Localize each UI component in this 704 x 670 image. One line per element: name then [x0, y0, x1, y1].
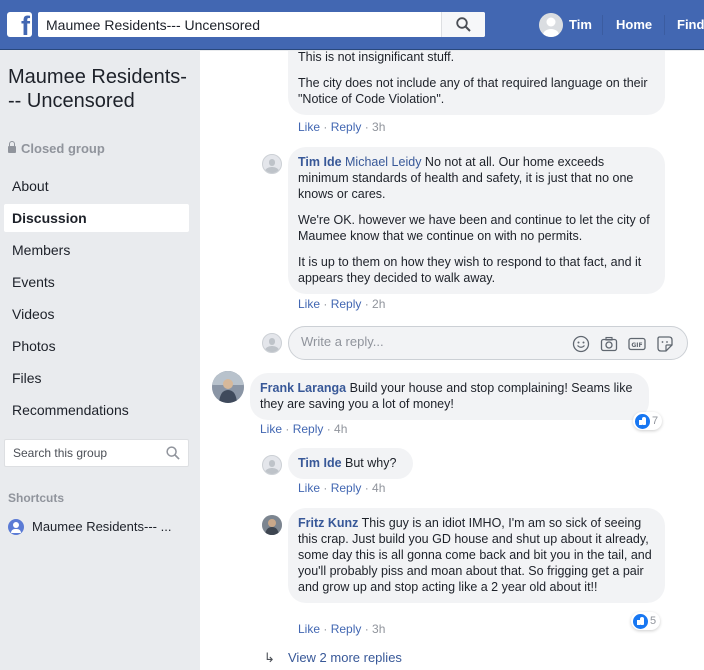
comment-text: Fritz Kunz This guy is an idiot IMHO, I'…: [298, 516, 652, 594]
sidebar-item-files[interactable]: Files: [4, 364, 189, 392]
gif-icon[interactable]: GIF: [628, 335, 646, 353]
reaction-count[interactable]: 5: [631, 612, 661, 630]
sticker-icon[interactable]: [656, 335, 674, 353]
comment-text: We're OK. however we have been and conti…: [298, 213, 650, 243]
reply-link[interactable]: Reply: [331, 297, 362, 311]
comment-text: This is not insignificant stuff.: [298, 51, 455, 64]
user-avatar: [262, 333, 282, 353]
view-more-replies-link[interactable]: ↳ View 2 more replies: [264, 650, 402, 666]
emoji-icon[interactable]: [572, 335, 590, 353]
sidebar-item-about[interactable]: About: [4, 172, 189, 200]
shortcut-label[interactable]: Maumee Residents--- ...: [32, 519, 171, 534]
privacy-label: Closed group: [21, 141, 105, 156]
group-search-input[interactable]: [5, 440, 155, 466]
comment-actions: Like · Reply · 4h: [298, 481, 386, 495]
comment-text: Tim Ide Michael Leidy No not at all. Our…: [298, 155, 634, 201]
reaction-count[interactable]: 7: [633, 412, 663, 430]
top-navigation-bar: f Maumee Residents--- Uncensored Tim Hom…: [0, 0, 704, 50]
like-link[interactable]: Like: [298, 297, 320, 311]
like-link[interactable]: Like: [298, 481, 320, 495]
comment-author[interactable]: Frank Laranga: [260, 381, 346, 395]
camera-icon[interactable]: [600, 335, 618, 353]
comment-bubble: This is not insignificant stuff. The cit…: [288, 51, 665, 115]
group-privacy: Closed group: [8, 141, 105, 156]
comments-feed: This is not insignificant stuff. The cit…: [200, 51, 704, 670]
svg-text:GIF: GIF: [631, 342, 642, 349]
reply-box[interactable]: GIF: [288, 326, 688, 360]
commenter-avatar[interactable]: [262, 154, 282, 174]
comment-actions: Like · Reply · 3h: [298, 120, 386, 134]
search-button[interactable]: [441, 12, 485, 37]
sidebar-item-photos[interactable]: Photos: [4, 332, 189, 360]
like-link[interactable]: Like: [260, 422, 282, 436]
group-title[interactable]: Maumee Residents--- Uncensored: [8, 65, 193, 113]
timestamp[interactable]: 3h: [372, 120, 385, 134]
timestamp[interactable]: 4h: [334, 422, 347, 436]
search-input[interactable]: Maumee Residents--- Uncensored: [46, 17, 260, 33]
comment-author[interactable]: Tim Ide: [298, 155, 342, 169]
profile-link[interactable]: Tim: [569, 17, 592, 32]
group-search[interactable]: [4, 439, 189, 467]
search-field[interactable]: Maumee Residents--- Uncensored: [38, 12, 485, 37]
shortcuts-heading: Shortcuts: [8, 491, 65, 505]
reply-link[interactable]: Reply: [293, 422, 324, 436]
reply-link[interactable]: Reply: [331, 481, 362, 495]
commenter-avatar[interactable]: [212, 371, 244, 403]
commenter-avatar[interactable]: [262, 515, 282, 535]
timestamp[interactable]: 2h: [372, 297, 385, 311]
like-link[interactable]: Like: [298, 622, 320, 636]
comment-text: Tim Ide But why?: [298, 456, 397, 470]
comment-text: Frank Laranga Build your house and stop …: [260, 381, 633, 411]
timestamp[interactable]: 4h: [372, 481, 385, 495]
sidebar-item-events[interactable]: Events: [4, 268, 189, 296]
reply-arrow-icon: ↳: [264, 650, 275, 665]
find-friends-link[interactable]: Find: [677, 17, 704, 32]
like-reaction-icon: [635, 413, 650, 429]
sidebar-item-members[interactable]: Members: [4, 236, 189, 264]
comment-bubble: Fritz Kunz This guy is an idiot IMHO, I'…: [288, 508, 665, 603]
reply-link[interactable]: Reply: [331, 120, 362, 134]
nav-divider: [664, 15, 665, 35]
comment-bubble: Frank Laranga Build your house and stop …: [250, 373, 649, 420]
reply-link[interactable]: Reply: [331, 622, 362, 636]
comment-actions: Like · Reply · 3h: [298, 622, 386, 636]
nav-divider: [602, 15, 603, 35]
comment-actions: Like · Reply · 4h: [260, 422, 348, 436]
search-icon: [456, 17, 471, 32]
like-link[interactable]: Like: [298, 120, 320, 134]
comment-author[interactable]: Fritz Kunz: [298, 516, 358, 530]
comment-bubble: Tim Ide Michael Leidy No not at all. Our…: [288, 147, 665, 294]
sidebar-item-discussion[interactable]: Discussion: [4, 204, 189, 232]
comment-bubble: Tim Ide But why?: [288, 448, 413, 479]
mentioned-user[interactable]: Michael Leidy: [345, 155, 421, 169]
sidebar-item-recommendations[interactable]: Recommendations: [4, 396, 189, 424]
search-icon[interactable]: [166, 446, 180, 460]
comment-author[interactable]: Tim Ide: [298, 456, 342, 470]
user-avatar[interactable]: [539, 13, 563, 37]
commenter-avatar[interactable]: [262, 455, 282, 475]
timestamp[interactable]: 3h: [372, 622, 385, 636]
group-icon: [8, 519, 24, 535]
comment-actions: Like · Reply · 2h: [298, 297, 386, 311]
like-reaction-icon: [633, 613, 648, 629]
comment-text: It is up to them on how they wish to res…: [298, 255, 642, 285]
comment-text: The city does not include any of that re…: [298, 76, 648, 106]
sidebar-item-videos[interactable]: Videos: [4, 300, 189, 328]
facebook-logo-icon[interactable]: f: [7, 12, 32, 37]
lock-icon: [8, 141, 16, 153]
group-sidebar: Maumee Residents--- Uncensored Closed gr…: [0, 51, 200, 670]
home-link[interactable]: Home: [616, 17, 652, 32]
reply-input[interactable]: [301, 334, 561, 349]
